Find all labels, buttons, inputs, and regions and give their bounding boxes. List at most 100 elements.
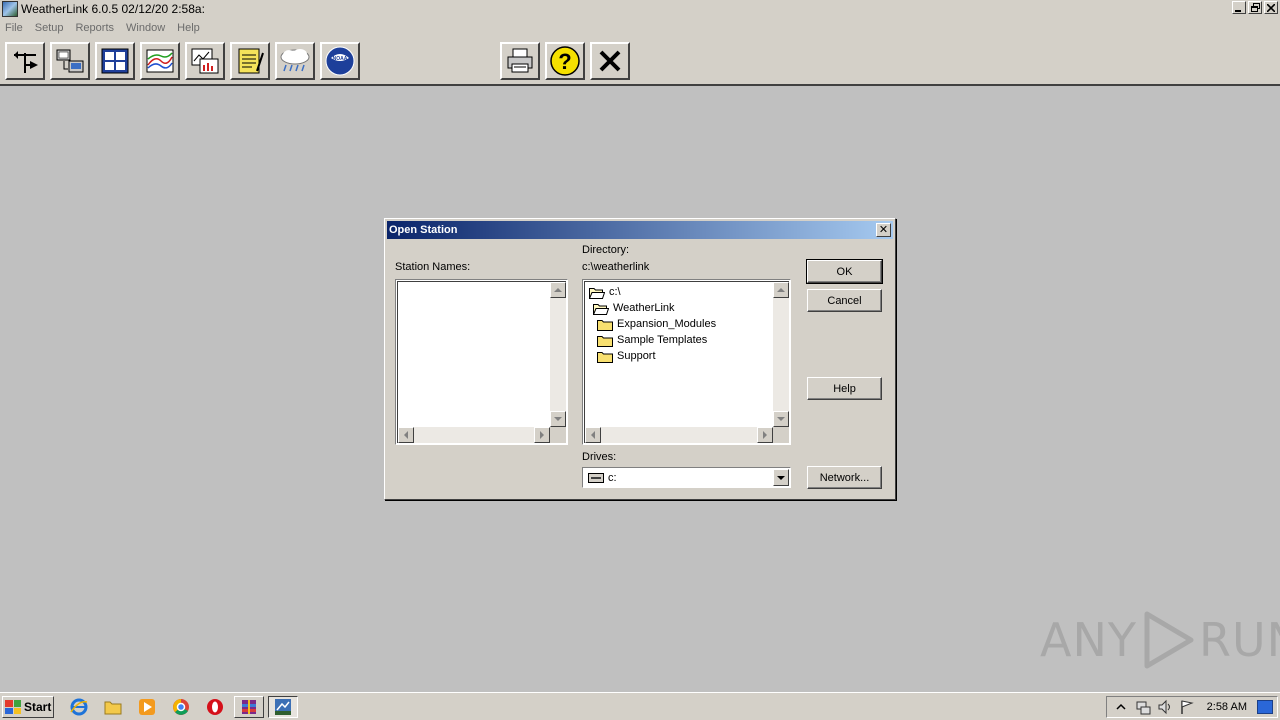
down-arrow-icon xyxy=(777,417,785,421)
left-arrow-icon xyxy=(591,431,595,439)
notepad-button[interactable] xyxy=(230,42,270,80)
hard-drive-icon xyxy=(588,472,604,483)
folder-icon xyxy=(597,319,613,331)
task-weatherlink[interactable] xyxy=(268,696,298,718)
minimize-button[interactable] xyxy=(1232,1,1246,14)
folder-icon xyxy=(597,351,613,363)
volume-tray-button[interactable] xyxy=(1157,699,1173,715)
up-arrow-icon xyxy=(777,288,785,292)
chrome-launch[interactable] xyxy=(172,698,190,716)
weather-button[interactable] xyxy=(275,42,315,80)
cancel-button[interactable]: Cancel xyxy=(807,289,882,312)
station-names-vertical-scrollbar[interactable] xyxy=(550,282,566,427)
action-center-tray-button[interactable] xyxy=(1179,699,1195,715)
bulletin-icon xyxy=(101,48,129,74)
start-label: Start xyxy=(24,700,52,714)
up-arrow-icon xyxy=(554,288,562,292)
dialog-title: Open Station xyxy=(389,224,458,236)
directory-vertical-scrollbar[interactable] xyxy=(773,282,789,427)
weather-station-button[interactable] xyxy=(5,42,45,80)
directory-tree-listbox[interactable]: c:\ WeatherLink Expansion_Modules Sample… xyxy=(582,279,791,445)
network-button[interactable]: Network... xyxy=(807,466,882,489)
open-folder-icon xyxy=(589,287,605,299)
start-button[interactable]: Start xyxy=(2,696,54,718)
noaa-button[interactable]: NOAA xyxy=(320,42,360,80)
expand-tray-button[interactable] xyxy=(1113,699,1129,715)
graph-button[interactable] xyxy=(140,42,180,80)
drives-label: Drives: xyxy=(582,451,617,463)
ok-button[interactable]: OK xyxy=(806,259,883,284)
directory-item-support[interactable]: Support xyxy=(597,348,656,364)
weatherlink-app-icon[interactable] xyxy=(2,1,18,17)
dialog-close-button[interactable]: ✕ xyxy=(876,223,891,237)
window-title: WeatherLink 6.0.5 02/12/20 2:58a: xyxy=(21,2,205,16)
station-names-label: Station Names: xyxy=(395,261,471,273)
show-desktop-button[interactable] xyxy=(1257,700,1273,714)
menu-reports[interactable]: Reports xyxy=(69,22,120,34)
graph-icon xyxy=(146,49,174,73)
weather-station-icon xyxy=(14,51,38,73)
explorer-launch[interactable] xyxy=(104,698,122,716)
menu-setup[interactable]: Setup xyxy=(29,22,70,34)
help-button[interactable]: ? xyxy=(545,42,585,80)
scroll-up-button[interactable] xyxy=(773,282,789,298)
menu-bar: File Setup Reports Window Help xyxy=(0,18,1280,38)
close-window-button[interactable] xyxy=(1264,1,1278,14)
scroll-right-button[interactable] xyxy=(534,427,550,443)
station-names-horizontal-scrollbar[interactable] xyxy=(398,427,550,443)
close-icon: ✕ xyxy=(878,223,889,236)
scroll-left-button[interactable] xyxy=(398,427,414,443)
exit-icon xyxy=(599,50,621,72)
directory-item-root[interactable]: c:\ xyxy=(589,284,621,300)
taskbar-clock[interactable]: 2:58 AM xyxy=(1207,701,1247,713)
anyrun-watermark: ANY RUN xyxy=(1040,610,1280,670)
internet-explorer-launch[interactable] xyxy=(70,698,88,716)
printer-icon xyxy=(507,48,533,73)
directory-path: c:\weatherlink xyxy=(582,261,650,273)
volume-icon xyxy=(1158,699,1170,715)
dialog-title-bar[interactable]: Open Station xyxy=(387,221,893,239)
open-folder-icon xyxy=(593,303,609,315)
scroll-down-button[interactable] xyxy=(550,411,566,427)
toolbar: NOAA ? xyxy=(0,38,1280,86)
directory-item-weatherlink[interactable]: WeatherLink xyxy=(593,300,675,316)
scroll-up-button[interactable] xyxy=(550,282,566,298)
title-bar: WeatherLink 6.0.5 02/12/20 2:58a: xyxy=(0,0,1280,18)
menu-window[interactable]: Window xyxy=(120,22,171,34)
drives-dropdown-button[interactable] xyxy=(773,469,789,486)
rain-cloud-icon xyxy=(280,49,310,72)
menu-file[interactable]: File xyxy=(0,22,29,34)
network-tray-button[interactable] xyxy=(1135,699,1151,715)
windows-logo-icon xyxy=(5,700,21,714)
help-dialog-button[interactable]: Help xyxy=(807,377,882,400)
right-arrow-icon xyxy=(540,431,544,439)
scroll-left-button[interactable] xyxy=(585,427,601,443)
open-station-dialog: Open Station ✕ Station Names: Directory:… xyxy=(384,218,896,500)
media-player-launch[interactable] xyxy=(138,698,156,716)
opera-launch[interactable] xyxy=(206,698,224,716)
weatherlink-icon xyxy=(275,699,291,715)
menu-help[interactable]: Help xyxy=(171,22,206,34)
flag-icon xyxy=(1181,700,1194,714)
directory-item-expansion-modules[interactable]: Expansion_Modules xyxy=(597,316,716,332)
watermark-text-right: RUN xyxy=(1198,613,1280,667)
scroll-down-button[interactable] xyxy=(773,411,789,427)
restore-button[interactable] xyxy=(1248,1,1262,14)
directory-horizontal-scrollbar[interactable] xyxy=(585,427,773,443)
chrome-icon xyxy=(173,699,189,715)
download-icon xyxy=(56,49,84,73)
noaa-icon: NOAA xyxy=(325,46,355,76)
close-icon xyxy=(1267,3,1275,12)
station-names-listbox[interactable] xyxy=(395,279,568,445)
download-button[interactable] xyxy=(50,42,90,80)
down-arrow-icon xyxy=(554,417,562,421)
print-button[interactable] xyxy=(500,42,540,80)
drives-selected-value: c: xyxy=(608,471,617,484)
task-winrar[interactable] xyxy=(234,696,264,718)
bulletin-button[interactable] xyxy=(95,42,135,80)
directory-item-sample-templates[interactable]: Sample Templates xyxy=(597,332,707,348)
drives-select[interactable]: c: xyxy=(582,467,791,488)
scroll-right-button[interactable] xyxy=(757,427,773,443)
exit-button[interactable] xyxy=(590,42,630,80)
browse-button[interactable] xyxy=(185,42,225,80)
